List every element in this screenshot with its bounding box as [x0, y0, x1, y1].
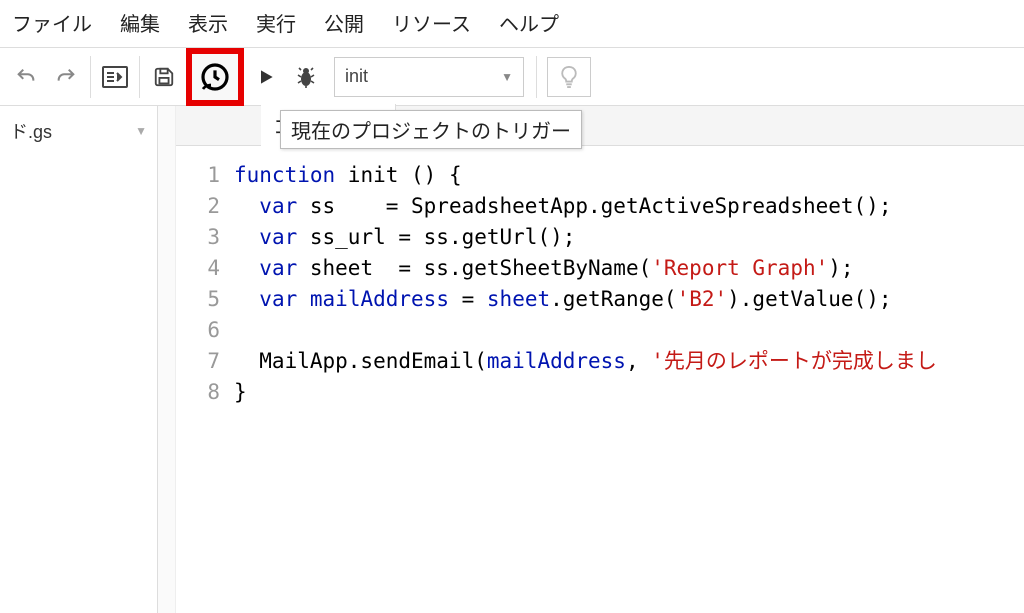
menu-view[interactable]: 表示 — [188, 8, 228, 37]
file-sidebar: ド.gs ▼ — [0, 106, 158, 613]
redo-button[interactable] — [46, 57, 86, 97]
code-content[interactable]: function init () { var ss = SpreadsheetA… — [234, 160, 1024, 613]
indent-button[interactable] — [95, 57, 135, 97]
clock-icon — [199, 61, 231, 93]
save-button[interactable] — [144, 57, 184, 97]
toolbar-divider — [139, 56, 140, 98]
play-icon — [256, 67, 276, 87]
indent-icon — [101, 65, 129, 89]
function-selector[interactable]: init ▼ — [334, 57, 524, 97]
triggers-button-highlight — [186, 48, 244, 106]
triggers-button[interactable] — [192, 54, 238, 100]
toolbar-divider — [536, 56, 537, 98]
help-tips-button[interactable] — [547, 57, 591, 97]
triggers-tooltip: 現在のプロジェクトのトリガー — [280, 110, 582, 149]
menu-help[interactable]: ヘルプ — [499, 8, 559, 37]
bug-icon — [294, 65, 318, 89]
menu-publish[interactable]: 公開 — [324, 8, 364, 37]
lightbulb-icon — [558, 64, 580, 90]
toolbar: init ▼ — [0, 48, 1024, 106]
menu-run[interactable]: 実行 — [256, 8, 296, 37]
run-button[interactable] — [246, 57, 286, 97]
undo-icon — [15, 66, 37, 88]
menu-bar: ファイル 編集 表示 実行 公開 リソース ヘルプ — [0, 0, 1024, 48]
code-editor[interactable]: 12345678 function init () { var ss = Spr… — [176, 146, 1024, 613]
toolbar-divider — [90, 56, 91, 98]
debug-button[interactable] — [286, 57, 326, 97]
redo-icon — [55, 66, 77, 88]
workspace: ド.gs ▼ コード.gs ✕ 12345678 function init (… — [0, 106, 1024, 613]
line-numbers: 12345678 — [176, 160, 234, 613]
save-icon — [153, 66, 175, 88]
undo-button[interactable] — [6, 57, 46, 97]
chevron-down-icon: ▼ — [135, 124, 147, 138]
chevron-down-icon: ▼ — [501, 70, 513, 84]
menu-file[interactable]: ファイル — [12, 8, 92, 37]
sidebar-file-label: ド.gs — [10, 118, 52, 144]
menu-resources[interactable]: リソース — [392, 8, 471, 37]
function-selector-label: init — [345, 66, 368, 87]
editor-area: コード.gs ✕ 12345678 function init () { var… — [176, 106, 1024, 613]
sidebar-file-item[interactable]: ド.gs ▼ — [0, 106, 157, 156]
menu-edit[interactable]: 編集 — [120, 8, 160, 37]
gutter-strip — [158, 106, 176, 613]
